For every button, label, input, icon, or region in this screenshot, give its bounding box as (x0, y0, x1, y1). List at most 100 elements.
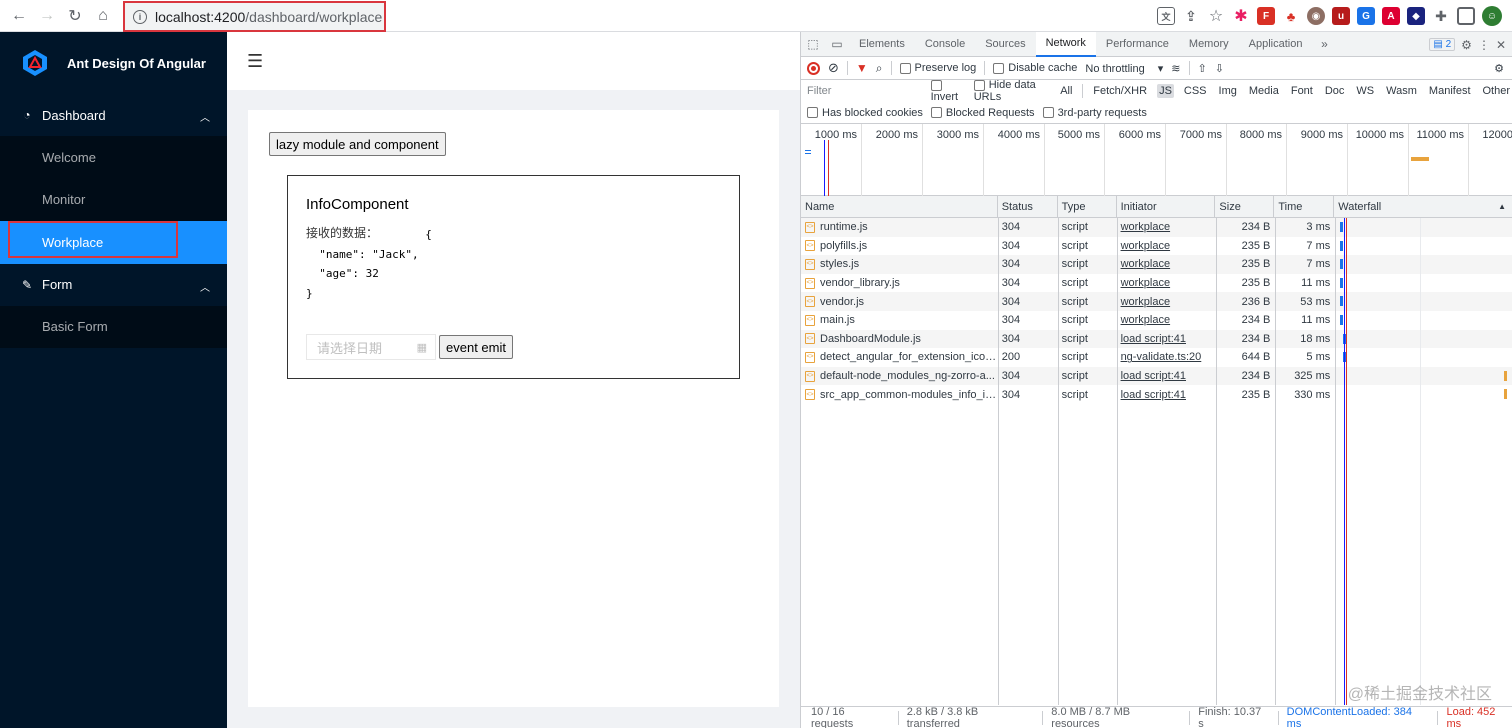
filter-type-wasm[interactable]: Wasm (1384, 84, 1419, 98)
search-icon[interactable]: ⌕ (876, 61, 883, 76)
network-settings-icon[interactable]: ⚙ (1494, 62, 1504, 75)
cell-initiator[interactable]: ng-validate.ts:20 (1117, 348, 1216, 367)
kebab-menu-icon[interactable]: ⋮ (1478, 38, 1490, 52)
cell-initiator[interactable]: workplace (1117, 274, 1216, 293)
fe-extension-icon[interactable]: F (1257, 7, 1275, 25)
network-conditions-icon[interactable]: ≋ (1171, 62, 1180, 75)
address-bar[interactable]: i localhost:4200/dashboard/workplace (123, 1, 386, 32)
third-party-checkbox[interactable]: 3rd-party requests (1042, 107, 1147, 119)
initiator-link[interactable]: ng-validate.ts:20 (1121, 351, 1202, 363)
cell-initiator[interactable]: load script:41 (1117, 385, 1216, 404)
network-overview[interactable]: 1000 ms 2000 ms 3000 ms 4000 ms 5000 ms … (801, 124, 1512, 196)
throttling-select[interactable]: No throttling ▾ (1085, 62, 1163, 75)
filter-type-doc[interactable]: Doc (1323, 84, 1347, 98)
event-emit-button[interactable]: event emit (439, 335, 513, 359)
initiator-link[interactable]: load script:41 (1121, 333, 1186, 345)
cell-initiator[interactable]: load script:41 (1117, 330, 1216, 349)
initiator-link[interactable]: workplace (1121, 221, 1171, 233)
initiator-link[interactable]: load script:41 (1121, 370, 1186, 382)
blocked-requests-checkbox[interactable]: Blocked Requests (930, 107, 1035, 119)
column-size[interactable]: Size (1215, 195, 1275, 218)
preserve-log-checkbox[interactable]: Preserve log (899, 62, 976, 74)
filter-input[interactable]: Filter (807, 85, 923, 97)
initiator-link[interactable]: workplace (1121, 258, 1171, 270)
cell-initiator[interactable]: workplace (1117, 218, 1216, 237)
table-row[interactable]: <> src_app_common-modules_info_inf... 304 s… (801, 385, 1512, 404)
tab-sources[interactable]: Sources (975, 32, 1035, 57)
bookmark-star-icon[interactable]: ☆ (1207, 7, 1225, 25)
cell-initiator[interactable]: workplace (1117, 255, 1216, 274)
table-row[interactable]: <> detect_angular_for_extension_icon_... 2… (801, 348, 1512, 367)
initiator-link[interactable]: workplace (1121, 314, 1171, 326)
table-row[interactable]: <> styles.js 304 script workplace 235 B 7 ms (801, 255, 1512, 274)
tab-network[interactable]: Network (1035, 31, 1096, 57)
invert-checkbox[interactable]: Invert (930, 79, 966, 103)
inspect-element-icon[interactable]: ⬚ (801, 32, 825, 57)
cell-initiator[interactable]: workplace (1117, 237, 1216, 256)
filter-type-all[interactable]: All (1058, 84, 1074, 98)
share-icon[interactable]: ⇪ (1182, 7, 1200, 25)
angular-devtools-icon[interactable]: A (1382, 7, 1400, 25)
filter-type-media[interactable]: Media (1247, 84, 1281, 98)
import-har-icon[interactable]: ⇧ (1198, 62, 1207, 75)
table-row[interactable]: <> vendor.js 304 script workplace 236 B 53 ms (801, 292, 1512, 311)
column-type[interactable]: Type (1058, 195, 1117, 218)
translate-icon[interactable]: 文 (1157, 7, 1175, 25)
table-row[interactable]: <> DashboardModule.js 304 script load script… (801, 329, 1512, 349)
colorful-extension-icon[interactable]: ✱ (1232, 7, 1250, 25)
google-translate-icon[interactable]: G (1357, 7, 1375, 25)
close-icon[interactable]: ✕ (1496, 38, 1506, 52)
column-initiator[interactable]: Initiator (1117, 195, 1216, 218)
column-time[interactable]: Time (1274, 195, 1335, 218)
logo-area[interactable]: Ant Design Of Angular (0, 32, 227, 94)
sidebar-item-welcome[interactable]: Welcome (0, 136, 227, 179)
filter-type-js[interactable]: JS (1157, 84, 1174, 98)
filter-type-fetch-xhr[interactable]: Fetch/XHR (1091, 84, 1149, 98)
tab-performance[interactable]: Performance (1096, 32, 1179, 57)
column-name[interactable]: Name (801, 195, 998, 218)
tab-elements[interactable]: Elements (849, 32, 915, 57)
record-icon[interactable] (807, 61, 820, 75)
home-icon[interactable]: ⌂ (89, 2, 117, 30)
lazy-load-button[interactable]: lazy module and component (269, 132, 446, 156)
extensions-puzzle-icon[interactable]: ✚ (1432, 7, 1450, 25)
cell-initiator[interactable]: workplace (1117, 311, 1216, 330)
has-blocked-cookies-checkbox[interactable]: Has blocked cookies (807, 107, 923, 119)
sidebar-item-workplace[interactable]: Workplace (0, 221, 227, 264)
cell-initiator[interactable]: workplace (1117, 292, 1216, 311)
filter-type-manifest[interactable]: Manifest (1427, 84, 1473, 98)
tab-memory[interactable]: Memory (1179, 32, 1239, 57)
device-toolbar-icon[interactable]: ▭ (825, 32, 849, 57)
sidebar-item-monitor[interactable]: Monitor (0, 179, 227, 222)
table-row[interactable]: <> polyfills.js 304 script workplace 235 B 7 m… (801, 237, 1512, 256)
reload-icon[interactable]: ↻ (61, 2, 89, 30)
tab-console[interactable]: Console (915, 32, 975, 57)
issues-badge[interactable]: ▤ 2 (1429, 38, 1456, 51)
initiator-link[interactable]: workplace (1121, 296, 1171, 308)
tree-extension-icon[interactable]: ♣ (1282, 7, 1300, 25)
menu-group-form[interactable]: ✎ Form ︿ (0, 264, 227, 306)
profile-avatar[interactable]: ☺ (1482, 6, 1502, 26)
clear-icon[interactable]: ⊘ (828, 60, 839, 76)
hide-data-urls-checkbox[interactable]: Hide data URLs (973, 79, 1051, 103)
site-info-icon[interactable]: i (133, 9, 147, 24)
column-status[interactable]: Status (998, 195, 1058, 218)
tab-application[interactable]: Application (1239, 32, 1313, 57)
date-picker-input[interactable]: 请选择日期 ▦ (306, 334, 436, 360)
cell-initiator[interactable]: load script:41 (1117, 367, 1216, 386)
filter-funnel-icon[interactable]: ▼ (856, 61, 868, 75)
filter-type-img[interactable]: Img (1217, 84, 1239, 98)
export-har-icon[interactable]: ⇩ (1215, 62, 1224, 75)
column-waterfall[interactable]: Waterfall ▲ (1334, 196, 1512, 218)
initiator-link[interactable]: workplace (1121, 277, 1171, 289)
more-tabs-icon[interactable]: » (1312, 32, 1336, 57)
initiator-link[interactable]: workplace (1121, 240, 1171, 252)
back-icon[interactable]: ← (5, 2, 33, 30)
cookie-extension-icon[interactable]: ◉ (1307, 7, 1325, 25)
disable-cache-checkbox[interactable]: Disable cache (993, 62, 1077, 74)
initiator-link[interactable]: load script:41 (1121, 389, 1186, 401)
filter-type-other[interactable]: Other (1481, 84, 1512, 98)
settings-gear-icon[interactable]: ⚙ (1461, 38, 1472, 52)
forward-icon[interactable]: → (33, 2, 61, 30)
filter-type-font[interactable]: Font (1289, 84, 1315, 98)
